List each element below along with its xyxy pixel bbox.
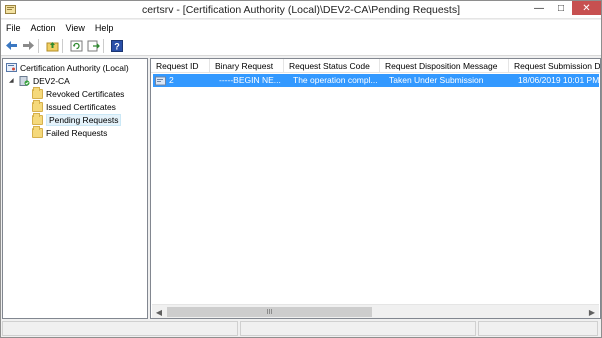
menu-view[interactable]: View [61,23,90,33]
toolbar: ? [1,36,601,56]
tree-item-root[interactable]: Certification Authority (Local) [6,61,129,74]
forward-arrow-icon[interactable] [21,39,35,53]
menu-action[interactable]: Action [26,23,61,33]
up-folder-icon[interactable] [45,39,59,53]
tree-item-issued[interactable]: Issued Certificates [32,99,116,113]
help-icon[interactable]: ? [110,39,124,53]
menu-file[interactable]: File [1,23,26,33]
console-tree: Certification Authority (Local) ◢ DEV2-C… [2,58,148,319]
tree-item-revoked[interactable]: Revoked Certificates [32,86,125,100]
cell-submission-date: 18/06/2019 10:01 PM [518,75,599,85]
status-pane-1 [2,321,238,336]
ca-server-icon [19,75,30,86]
tree-item-ca[interactable]: ◢ DEV2-CA [9,74,70,87]
column-header-status-code[interactable]: Request Status Code [284,59,380,73]
scrollbar-grip: III [266,308,273,316]
cell-disposition: Taken Under Submission [389,75,484,85]
status-bar [2,321,601,337]
certificate-authority-icon [6,62,17,72]
tree-item-ca-label: DEV2-CA [33,75,70,86]
toolbar-separator [103,38,104,53]
tree-item-root-label: Certification Authority (Local) [20,62,129,73]
toolbar-separator [38,38,39,53]
tree-item-failed-label: Failed Requests [46,127,108,138]
column-header-row: Request ID Binary Request Request Status… [151,59,600,73]
back-arrow-icon[interactable] [4,39,18,53]
tree-item-pending-label: Pending Requests [46,113,122,126]
scroll-right-arrow-icon[interactable]: ▶ [585,305,599,319]
folder-icon [32,125,43,138]
column-header-submission-date[interactable]: Request Submission D [509,59,600,73]
pending-request-icon [155,76,166,85]
folder-icon [32,99,43,112]
expand-chevron-icon[interactable]: ◢ [9,77,16,84]
window-title: certsrv - [Certification Authority (Loca… [141,4,461,16]
menu-bar: File Action View Help [1,20,601,36]
status-pane-3 [478,321,598,336]
menu-help[interactable]: Help [90,23,119,33]
tree-item-issued-label: Issued Certificates [46,101,116,112]
cell-request-id: 2 [153,74,210,87]
column-header-disposition[interactable]: Request Disposition Message [380,59,509,73]
tree-item-revoked-label: Revoked Certificates [46,88,125,99]
scrollbar-thumb[interactable]: III [167,307,372,317]
cell-status-code: The operation compl... [293,75,378,85]
scroll-left-arrow-icon[interactable]: ◀ [152,305,166,319]
toolbar-separator [62,38,63,53]
horizontal-scrollbar[interactable]: ◀ III ▶ [152,304,599,318]
table-row[interactable]: 2 -----BEGIN NE... The operation compl..… [153,74,599,87]
mmc-window: certsrv - [Certification Authority (Loca… [0,0,602,338]
refresh-icon[interactable] [69,39,83,53]
column-header-binary-request[interactable]: Binary Request [210,59,284,73]
request-id-value: 2 [169,75,174,85]
folder-icon [32,86,43,99]
export-list-icon[interactable] [86,39,100,53]
title-bar[interactable]: certsrv - [Certification Authority (Loca… [1,1,601,19]
status-pane-2 [240,321,476,336]
column-header-request-id[interactable]: Request ID [151,59,210,73]
cell-binary-request: -----BEGIN NE... [219,75,281,85]
minimize-button[interactable]: — [528,1,550,15]
close-button[interactable]: ✕ [572,1,601,15]
folder-icon [32,112,43,125]
results-pane: Request ID Binary Request Request Status… [150,58,601,319]
tree-item-pending[interactable]: Pending Requests [32,112,122,126]
svg-text:?: ? [114,41,120,51]
maximize-button[interactable]: □ [550,1,572,15]
tree-item-failed[interactable]: Failed Requests [32,125,108,139]
